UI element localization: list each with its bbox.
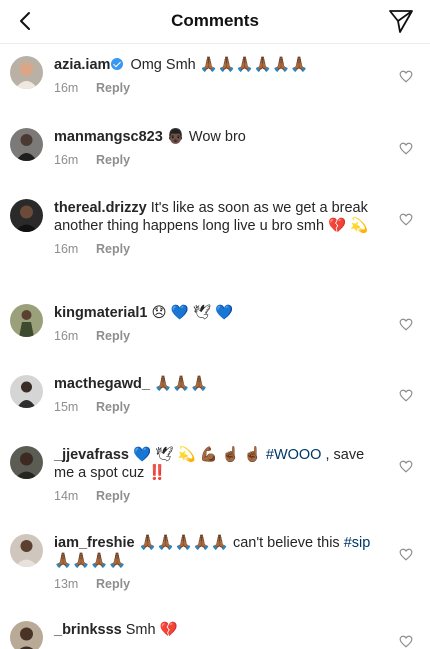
comment-time: 16m (54, 153, 79, 167)
comment-time: 13m (54, 577, 79, 591)
comment-time: 15m (54, 400, 79, 414)
avatar[interactable] (10, 199, 43, 232)
comment-meta: 16m Reply (54, 327, 372, 345)
avatar[interactable] (10, 128, 43, 161)
comment-username[interactable]: macthegawd_ (54, 376, 150, 392)
avatar[interactable] (10, 534, 43, 567)
comment-time: 16m (54, 81, 79, 95)
verified-badge-icon (111, 58, 124, 70)
comment-username[interactable]: thereal.drizzy (54, 200, 147, 216)
comment-time: 14m (54, 489, 79, 503)
avatar[interactable] (10, 56, 43, 89)
avatar[interactable] (10, 304, 43, 337)
comment-text: kingmaterial1 😞 💙 🕊 💙 (54, 305, 234, 321)
heart-icon[interactable] (399, 213, 413, 226)
heart-icon[interactable] (399, 635, 413, 648)
reply-button[interactable]: Reply (96, 153, 130, 167)
comment-list[interactable]: azia.iam Omg Smh 🙏🏾🙏🏾🙏🏾🙏🏾🙏🏾🙏🏾 16m Reply m… (0, 44, 430, 649)
heart-icon[interactable] (399, 70, 413, 83)
comment-meta: 16m Reply (54, 240, 372, 258)
comment-text: _jjevafrass 💙 🕊 💫 💪🏾 ☝🏾 ☝🏾 #WOOO , save … (54, 447, 365, 481)
reply-button[interactable]: Reply (96, 242, 130, 256)
comment-meta: 16m Reply (54, 151, 372, 169)
comment-text: azia.iam Omg Smh 🙏🏾🙏🏾🙏🏾🙏🏾🙏🏾🙏🏾 (54, 57, 309, 73)
avatar[interactable] (10, 375, 43, 408)
heart-icon[interactable] (399, 460, 413, 473)
hashtag-link[interactable]: #sip (344, 535, 371, 551)
heart-icon[interactable] (399, 318, 413, 331)
comment-meta: 15m Reply (54, 398, 372, 416)
comment-text: macthegawd_ 🙏🏾🙏🏾🙏🏾 (54, 376, 209, 392)
heart-icon[interactable] (399, 548, 413, 561)
hashtag-link[interactable]: #WOOO (266, 447, 322, 463)
page-title: Comments (171, 11, 259, 30)
reply-button[interactable]: Reply (96, 400, 130, 414)
avatar[interactable] (10, 621, 43, 649)
header-bar: Comments (0, 0, 430, 44)
reply-button[interactable]: Reply (96, 489, 130, 503)
comment-username[interactable]: manmangsc823 (54, 129, 163, 145)
comment-username[interactable]: iam_freshie (54, 535, 135, 551)
reply-button[interactable]: Reply (96, 329, 130, 343)
comment-meta: 13m Reply (54, 575, 372, 593)
comment-username[interactable]: azia.iam (54, 57, 110, 73)
comment-time: 16m (54, 242, 79, 256)
reply-button[interactable]: Reply (96, 577, 130, 591)
comment-username[interactable]: _jjevafrass (54, 447, 129, 463)
comment-text: manmangsc823 👨🏿 Wow bro (54, 129, 246, 145)
comment-username[interactable]: _brinksss (54, 622, 122, 638)
comment-meta: 14m Reply (54, 487, 372, 505)
comment-time: 16m (54, 329, 79, 343)
heart-icon[interactable] (399, 142, 413, 155)
comment-text: thereal.drizzy It's like as soon as we g… (54, 200, 369, 234)
comment-username[interactable]: kingmaterial1 (54, 305, 148, 321)
comment-text: _brinksss Smh 💔 (54, 622, 178, 638)
comment-meta: 16m Reply (54, 79, 372, 97)
avatar[interactable] (10, 446, 43, 479)
direct-message-icon[interactable] (388, 8, 414, 34)
heart-icon[interactable] (399, 389, 413, 402)
reply-button[interactable]: Reply (96, 81, 130, 95)
comment-text: iam_freshie 🙏🏾🙏🏾🙏🏾🙏🏾🙏🏾 can't believe thi… (54, 535, 371, 569)
